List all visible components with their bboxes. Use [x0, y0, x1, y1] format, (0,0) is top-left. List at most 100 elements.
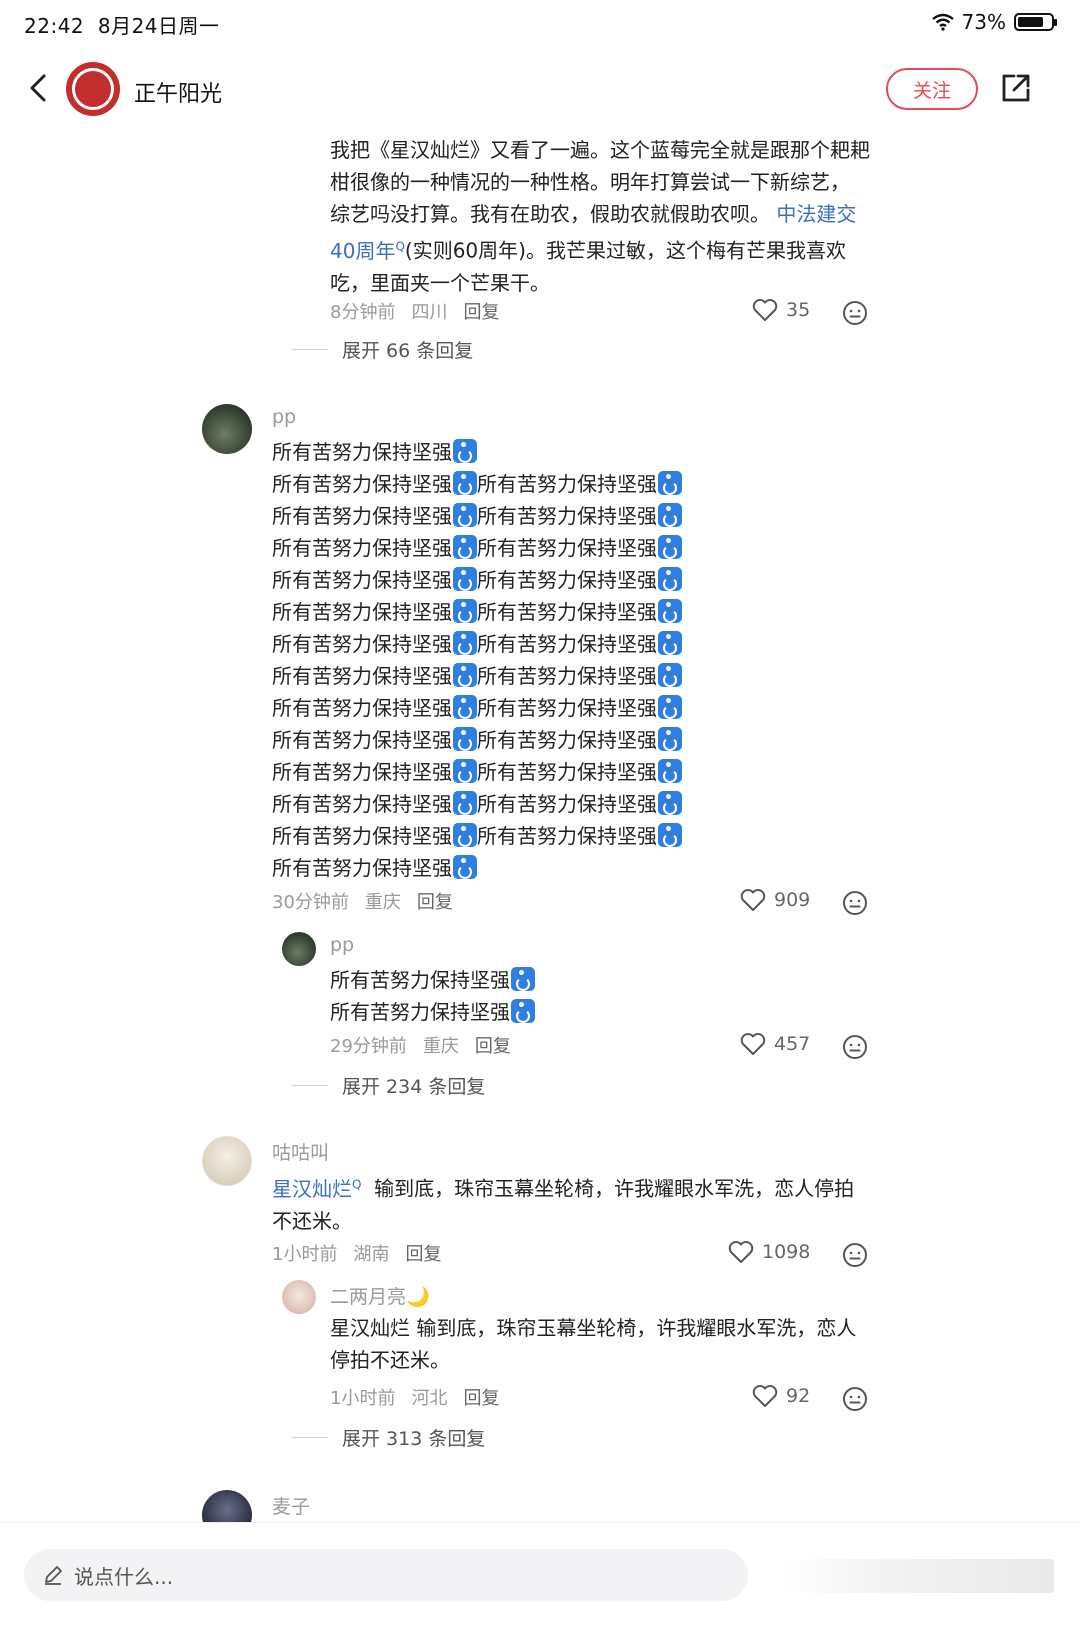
wheelchair-emoji-icon: [453, 471, 477, 495]
comment-line: 所有苦努力保持坚强 所有苦努力保持坚强: [272, 724, 832, 756]
comment-line: 所有苦努力保持坚强 所有苦努力保持坚强: [272, 628, 832, 660]
expand-replies[interactable]: 展开 234 条回复: [292, 1072, 485, 1099]
wheelchair-emoji-icon: [453, 855, 477, 879]
topic-link-2[interactable]: 40周年Q: [330, 239, 405, 263]
comment-line: 所有苦努力保持坚强 所有苦努力保持坚强: [272, 788, 832, 820]
wheelchair-emoji-icon: [453, 695, 477, 719]
comment-line: 所有苦努力保持坚强 所有苦努力保持坚强: [272, 596, 832, 628]
wheelchair-emoji-icon: [658, 567, 682, 591]
heart-icon: [752, 1385, 778, 1407]
expand-replies[interactable]: 展开 66 条回复: [292, 336, 473, 363]
comment-body: 星汉灿烂Q 输到底，珠帘玉幕坐轮椅，许我耀眼水军洗，恋人停拍 不还米。: [272, 1168, 872, 1237]
comment-line-1: 星汉灿烂Q 输到底，珠帘玉幕坐轮椅，许我耀眼水军洗，恋人停拍: [272, 1176, 855, 1201]
avatar[interactable]: [282, 1280, 316, 1314]
comment-line: 所有苦努力保持坚强: [272, 852, 832, 884]
like-button[interactable]: 457: [740, 1032, 810, 1056]
pencil-icon: [45, 1566, 62, 1585]
reaction-icon[interactable]: [842, 300, 868, 326]
reply-line: 所有苦努力保持坚强: [330, 996, 850, 1028]
reply-line: 所有苦努力保持坚强: [330, 964, 850, 996]
header-avatar[interactable]: [66, 62, 120, 116]
wheelchair-emoji-icon: [658, 759, 682, 783]
like-button[interactable]: 909: [740, 888, 810, 912]
wheelchair-emoji-icon: [453, 631, 477, 655]
post-line-5: 吃，里面夹一个芒果干。: [330, 270, 550, 295]
reaction-icon[interactable]: [842, 890, 868, 916]
status-time: 22:42 8月24日周一: [24, 14, 220, 38]
wheelchair-emoji-icon: [658, 663, 682, 687]
topic-link[interactable]: 星汉灿烂Q: [272, 1177, 361, 1201]
heart-icon: [740, 889, 766, 911]
wifi-icon: [931, 13, 954, 31]
wheelchair-emoji-icon: [658, 535, 682, 559]
wheelchair-emoji-icon: [658, 599, 682, 623]
avatar[interactable]: [202, 1136, 252, 1186]
like-button[interactable]: 35: [752, 298, 810, 322]
wheelchair-emoji-icon: [453, 759, 477, 783]
reply-body: 所有苦努力保持坚强 所有苦努力保持坚强: [330, 964, 850, 1028]
bottom-bar: 说点什么...: [0, 1522, 1080, 1644]
comment-username[interactable]: 咕咕叫: [272, 1138, 329, 1165]
wheelchair-emoji-icon: [453, 823, 477, 847]
comment-line: 所有苦努力保持坚强 所有苦努力保持坚强: [272, 564, 832, 596]
post-line-3: 综艺吗没打算。我有在助农，假助农就假助农呗。 中法建交: [330, 202, 857, 226]
reply-button[interactable]: 回复: [475, 1032, 511, 1058]
wheelchair-emoji-icon: [511, 999, 535, 1023]
topic-link[interactable]: 中法建交: [776, 202, 856, 226]
wheelchair-emoji-icon: [453, 599, 477, 623]
reply-line-2: 停拍不还米。: [330, 1348, 450, 1372]
wheelchair-emoji-icon: [511, 967, 535, 991]
wheelchair-emoji-icon: [658, 695, 682, 719]
follow-button[interactable]: 关注: [886, 68, 978, 110]
comment-username[interactable]: 麦子: [272, 1492, 310, 1519]
wheelchair-emoji-icon: [658, 503, 682, 527]
header: 正午阳光 关注: [0, 56, 1080, 126]
reaction-icon[interactable]: [842, 1242, 868, 1268]
reply-meta: 29分钟前 重庆 回复: [330, 1032, 511, 1058]
status-bar: 22:42 8月24日周一 73%: [0, 0, 1080, 46]
heart-icon: [740, 1033, 766, 1055]
like-button[interactable]: 92: [752, 1384, 810, 1408]
reply-username[interactable]: 二两月亮🌙: [330, 1282, 430, 1309]
avatar[interactable]: [282, 932, 316, 966]
post-line-4: 40周年Q(实则60周年)。我芒果过敏，这个梅有芒果我喜欢: [330, 238, 846, 263]
expand-replies[interactable]: 展开 313 条回复: [292, 1424, 485, 1451]
comment-meta: 30分钟前 重庆 回复: [272, 888, 453, 914]
wheelchair-emoji-icon: [453, 663, 477, 687]
comment-meta: 1小时前 湖南 回复: [272, 1240, 441, 1266]
reply-username[interactable]: pp: [330, 934, 354, 956]
wheelchair-emoji-icon: [453, 791, 477, 815]
reply-button[interactable]: 回复: [463, 1384, 499, 1410]
comment-line: 所有苦努力保持坚强 所有苦努力保持坚强: [272, 820, 832, 852]
comment-line: 所有苦努力保持坚强 所有苦努力保持坚强: [272, 468, 832, 500]
wheelchair-emoji-icon: [658, 727, 682, 751]
post-line-1: 我把《星汉灿烂》又看了一遍。这个蓝莓完全就是跟那个耙耙: [330, 138, 870, 162]
comment-body: 所有苦努力保持坚强 所有苦努力保持坚强 所有苦努力保持坚强 所有苦努力保持坚强 所有苦努…: [272, 436, 832, 884]
wheelchair-emoji-icon: [453, 535, 477, 559]
share-icon[interactable]: [996, 68, 1036, 108]
wheelchair-emoji-icon: [453, 439, 477, 463]
wheelchair-emoji-icon: [453, 503, 477, 527]
reply-button[interactable]: 回复: [417, 888, 453, 914]
post-body: 我把《星汉灿烂》又看了一遍。这个蓝莓完全就是跟那个耙耙 柑很像的一种情况的一种性…: [330, 134, 870, 299]
reply-meta: 1小时前 河北 回复: [330, 1384, 499, 1410]
reaction-icon[interactable]: [842, 1034, 868, 1060]
reply-button[interactable]: 回复: [463, 298, 499, 324]
post-meta: 8分钟前 四川 回复: [330, 298, 499, 324]
heart-icon: [752, 299, 778, 321]
back-icon[interactable]: [22, 68, 58, 108]
action-icons[interactable]: [780, 1559, 1054, 1593]
comment-input[interactable]: 说点什么...: [24, 1549, 748, 1601]
comment-username[interactable]: pp: [272, 406, 296, 428]
wheelchair-emoji-icon: [453, 567, 477, 591]
battery-percent: 73%: [961, 10, 1006, 34]
comment-line: 所有苦努力保持坚强 所有苦努力保持坚强: [272, 692, 832, 724]
reaction-icon[interactable]: [842, 1386, 868, 1412]
wheelchair-emoji-icon: [658, 471, 682, 495]
heart-icon: [728, 1241, 754, 1263]
battery-icon: [1014, 13, 1057, 31]
page-title: 正午阳光: [134, 82, 223, 107]
like-button[interactable]: 1098: [728, 1240, 810, 1264]
reply-button[interactable]: 回复: [405, 1240, 441, 1266]
avatar[interactable]: [202, 404, 252, 454]
